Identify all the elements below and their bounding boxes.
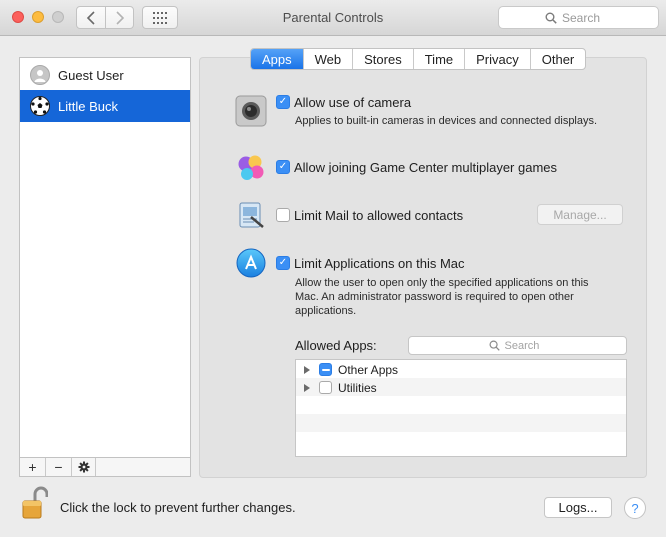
parental-controls-window: Parental Controls Guest User Little Buck… [0,0,666,537]
tab-bar: Apps Web Stores Time Privacy Other [250,48,587,70]
disclosure-triangle-icon[interactable] [304,384,310,392]
list-item-label: Other Apps [338,363,399,377]
gear-icon [78,461,89,473]
tab-stores[interactable]: Stores [353,49,414,69]
forward-button[interactable] [105,6,134,29]
minimize-window-button[interactable] [32,11,44,23]
close-window-button[interactable] [12,11,24,23]
applications-description-line-2: Mac. An administrator password is requir… [295,291,574,303]
user-item-little-buck[interactable]: Little Buck [20,90,190,122]
allowed-apps-list: Other Apps Utilities [295,359,627,457]
list-stripe [296,432,626,450]
allow-camera-checkbox[interactable]: ✓ [276,95,290,109]
tab-apps[interactable]: Apps [251,49,304,69]
action-menu-button[interactable] [72,458,96,476]
title-bar: Parental Controls [0,0,666,36]
camera-icon [235,95,267,127]
tab-time[interactable]: Time [414,49,466,69]
disclosure-triangle-icon[interactable] [304,366,310,374]
allow-game-center-checkbox[interactable]: ✓ [276,160,290,174]
list-item-utilities[interactable]: Utilities [296,379,626,397]
unlocked-padlock-icon[interactable] [22,486,49,520]
remove-user-button[interactable]: − [46,458,72,476]
other-apps-checkbox[interactable] [319,363,332,376]
app-store-icon [235,247,267,279]
mail-contacts-icon [235,199,267,231]
back-button[interactable] [76,6,106,29]
list-item-other-apps[interactable]: Other Apps [296,361,626,379]
guest-avatar-icon [30,65,50,85]
user-list-toolbar: + − [19,458,191,477]
limit-mail-checkbox[interactable] [276,208,290,222]
grid-icon [153,11,167,24]
help-button[interactable]: ? [624,497,646,519]
list-stripe [296,414,626,432]
tab-web[interactable]: Web [304,49,354,69]
preferences-search-field[interactable] [498,6,659,29]
search-icon [489,340,500,351]
game-center-icon [235,152,267,184]
tab-other[interactable]: Other [531,49,586,69]
user-list: Guest User Little Buck [19,57,191,458]
utilities-checkbox[interactable] [319,381,332,394]
limit-mail-label: Limit Mail to allowed contacts [294,208,464,223]
allowed-apps-label: Allowed Apps: [295,338,377,353]
applications-description-line-1: Allow the user to open only the specifie… [295,277,589,289]
soccer-ball-icon [30,96,50,116]
allowed-apps-search-field[interactable] [408,336,627,355]
user-name: Little Buck [58,98,118,114]
zoom-window-button[interactable] [52,11,64,23]
applications-description-line-3: applications. [295,305,357,317]
user-item-guest-user[interactable]: Guest User [20,59,190,91]
show-all-button[interactable] [142,6,178,29]
tab-privacy[interactable]: Privacy [465,49,531,69]
limit-applications-label: Limit Applications on this Mac [294,256,465,271]
allow-camera-label: Allow use of camera [294,95,412,110]
chevron-right-icon [115,10,124,25]
search-icon [545,12,557,24]
limit-applications-checkbox[interactable]: ✓ [276,256,290,270]
allowed-apps-search-input[interactable] [504,339,547,352]
chevron-left-icon [86,10,95,25]
logs-button[interactable]: Logs... [544,497,612,518]
add-user-button[interactable]: + [20,458,46,476]
manage-contacts-button[interactable]: Manage... [537,204,623,225]
preferences-search-input[interactable] [562,10,612,25]
camera-description: Applies to built-in cameras in devices a… [295,115,598,127]
user-name: Guest User [58,67,124,83]
list-stripe [296,396,626,414]
allow-game-center-label: Allow joining Game Center multiplayer ga… [294,160,558,175]
list-item-label: Utilities [338,381,377,395]
lock-message: Click the lock to prevent further change… [60,500,296,515]
